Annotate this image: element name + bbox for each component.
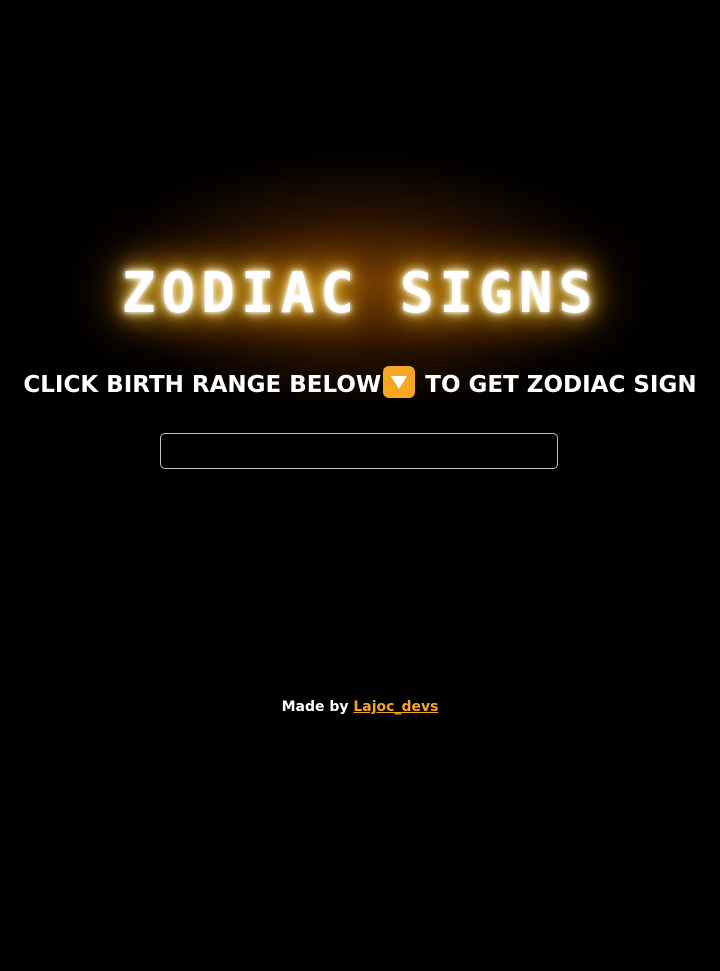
page-title: ZODIAC SIGNS xyxy=(121,261,599,326)
footer-prefix: Made by xyxy=(281,699,354,715)
instruction-text-after: TO GET ZODIAC SIGN xyxy=(417,372,697,398)
footer-credit: Made by Lajoc_devs xyxy=(0,697,720,717)
birth-range-select[interactable] xyxy=(160,433,558,469)
author-link[interactable]: Lajoc_devs xyxy=(353,699,438,715)
down-arrow-icon xyxy=(383,366,416,398)
instruction-text: CLICK BIRTH RANGE BELOW TO GET ZODIAC SI… xyxy=(0,366,720,403)
instruction-text-before: CLICK BIRTH RANGE BELOW xyxy=(23,372,382,398)
